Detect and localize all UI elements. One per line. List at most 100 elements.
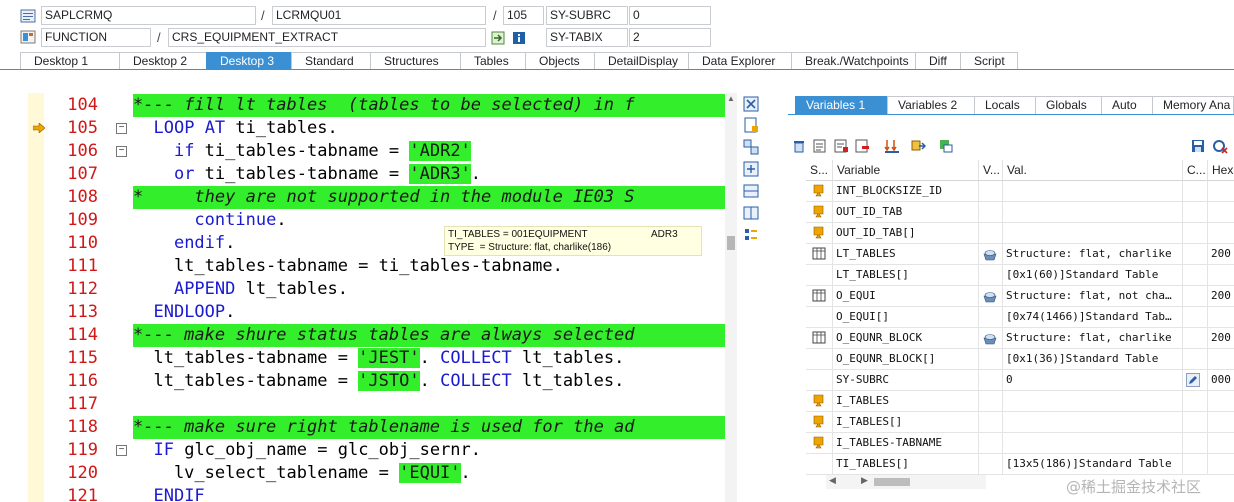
display-icon[interactable] [812,138,828,154]
new-tool-icon[interactable] [742,116,760,134]
tab-standard[interactable]: Standard [291,52,371,70]
tab-locals[interactable]: Locals [974,96,1036,114]
filter-icon[interactable] [938,138,954,154]
variable-value[interactable]: Structure: flat, charlike [1003,328,1183,349]
fold-toggle-icon[interactable]: − [116,445,127,456]
variable-value[interactable]: 0 [1003,370,1183,391]
code-line[interactable]: lt_tables-tabname = 'JSTO'. COLLECT lt_t… [133,370,624,393]
close-tool-icon[interactable] [742,95,760,113]
variable-value[interactable]: Structure: flat, not cha… [1003,286,1183,307]
maximize-tool-icon[interactable] [742,160,760,178]
code-line[interactable]: APPEND lt_tables. [133,278,348,301]
code-line[interactable]: or ti_tables-tabname = 'ADR3'. [133,163,481,186]
editor-vertical-scrollbar[interactable] [725,93,737,502]
variable-value[interactable] [1003,181,1183,202]
code-line[interactable]: continue. [133,209,286,232]
code-line[interactable]: ENDIF [133,485,204,502]
scroll-up-icon[interactable]: ▲ [725,93,737,105]
variable-name[interactable]: TI_TABLES[] [833,454,979,475]
tab-data-explorer[interactable]: Data Explorer [688,52,792,70]
split-tool-icon[interactable] [742,204,760,222]
variable-name[interactable]: I_TABLES[] [833,412,979,433]
breakpoint-gutter[interactable] [28,93,44,502]
structure-icon[interactable] [979,286,1003,307]
save-icon[interactable] [1190,138,1206,154]
layout-tool-icon[interactable] [742,182,760,200]
code-line[interactable]: lt_tables-tabname = 'JEST'. COLLECT lt_t… [133,347,624,370]
variable-row[interactable]: I_TABLES[] [806,412,1234,433]
tab-structures[interactable]: Structures [370,52,461,70]
variable-name[interactable]: O_EQUI [833,286,979,307]
code-line[interactable]: if ti_tables-tabname = 'ADR2' [133,140,471,163]
grid-scroll-thumb[interactable] [874,478,910,486]
variable-row[interactable]: LT_TABLES Structure: flat, charlike 200 [806,244,1234,265]
tab-globals[interactable]: Globals [1035,96,1102,114]
variable-name[interactable]: OUT_ID_TAB [833,202,979,223]
code-line[interactable]: lv_select_tablename = 'EQUI'. [133,462,471,485]
variable-name[interactable]: OUT_ID_TAB[] [833,223,979,244]
variable-row[interactable]: SY-SUBRC 0 000 [806,370,1234,391]
remove-icon[interactable] [854,138,870,154]
grid-header[interactable]: Val. [1003,160,1183,181]
variable-name[interactable]: I_TABLES-TABNAME [833,433,979,454]
structure-icon[interactable] [979,244,1003,265]
tab-auto[interactable]: Auto [1101,96,1153,114]
tab-script[interactable]: Script [960,52,1018,70]
variable-name[interactable]: O_EQUNR_BLOCK [833,328,979,349]
variables-grid[interactable]: S... Variable V... Val. C... Hex INT_BLOCKSIZE… [806,160,1234,475]
tab-memory-ana[interactable]: Memory Ana [1152,96,1234,114]
variable-name[interactable]: LT_TABLES [833,244,979,265]
variable-row[interactable]: I_TABLES-TABNAME [806,433,1234,454]
fold-toggle-icon[interactable]: − [116,123,127,134]
code-comment-line[interactable]: *--- make shure status tables are always… [133,324,725,347]
code-line[interactable]: lt_tables-tabname = ti_tables-tabname. [133,255,563,278]
variable-value[interactable] [1003,202,1183,223]
variable-value[interactable]: [0x74(1466)]Standard Tab… [1003,307,1183,328]
variable-row[interactable]: O_EQUNR_BLOCK[] [0x1(36)]Standard Table [806,349,1234,370]
tab-variables-1[interactable]: Variables 1 [795,96,888,114]
tab-tables[interactable]: Tables [460,52,526,70]
variable-value[interactable]: [0x1(60)]Standard Table [1003,265,1183,286]
variable-name[interactable]: INT_BLOCKSIZE_ID [833,181,979,202]
code-line[interactable]: endif. [133,232,235,255]
variable-value[interactable] [1003,412,1183,433]
edit-icon[interactable] [833,138,849,154]
tab-desktop-3[interactable]: Desktop 3 [206,52,292,70]
tab-diff[interactable]: Diff [915,52,961,70]
variable-value[interactable] [1003,391,1183,412]
tab-desktop-1[interactable]: Desktop 1 [20,52,120,70]
settings-tool-icon[interactable] [742,226,760,244]
variable-row[interactable]: O_EQUI Structure: flat, not cha… 200 [806,286,1234,307]
grid-header[interactable]: Variable [833,160,979,181]
edit-value-icon[interactable] [1183,370,1208,391]
tab-objects[interactable]: Objects [525,52,595,70]
variable-value[interactable]: [0x1(36)]Standard Table [1003,349,1183,370]
tab-desktop-2[interactable]: Desktop 2 [119,52,207,70]
code-comment-line[interactable]: * they are not supported in the module I… [133,186,725,209]
grid-header[interactable]: Hex [1208,160,1234,181]
settings-icon[interactable] [1212,138,1228,154]
scroll-right-icon[interactable]: ▶ [861,475,868,486]
variable-row[interactable]: O_EQUI[] [0x74(1466)]Standard Tab… [806,307,1234,328]
variable-name[interactable]: O_EQUNR_BLOCK[] [833,349,979,370]
variable-row[interactable]: O_EQUNR_BLOCK Structure: flat, charlike 20… [806,328,1234,349]
variable-name[interactable]: O_EQUI[] [833,307,979,328]
variable-value[interactable]: [13x5(186)]Standard Table [1003,454,1183,475]
sort-icon[interactable] [884,138,900,154]
variable-value[interactable]: Structure: flat, charlike [1003,244,1183,265]
variable-value[interactable] [1003,223,1183,244]
variable-row[interactable]: INT_BLOCKSIZE_ID [806,181,1234,202]
grid-header[interactable]: S... [806,160,833,181]
tab-detaildisplay[interactable]: DetailDisplay [594,52,689,70]
variable-row[interactable]: I_TABLES [806,391,1234,412]
variable-name[interactable]: SY-SUBRC [833,370,979,391]
code-line[interactable]: LOOP AT ti_tables. [133,117,337,140]
variable-row[interactable]: TI_TABLES[] [13x5(186)]Standard Table [806,454,1234,475]
variable-row[interactable]: LT_TABLES[] [0x1(60)]Standard Table [806,265,1234,286]
navigate-icon[interactable] [490,30,506,46]
info-icon[interactable] [511,30,527,46]
variable-row[interactable]: OUT_ID_TAB[] [806,223,1234,244]
code-line[interactable]: IF glc_obj_name = glc_obj_sernr. [133,439,481,462]
fold-toggle-icon[interactable]: − [116,146,127,157]
grid-header[interactable]: V... [979,160,1003,181]
